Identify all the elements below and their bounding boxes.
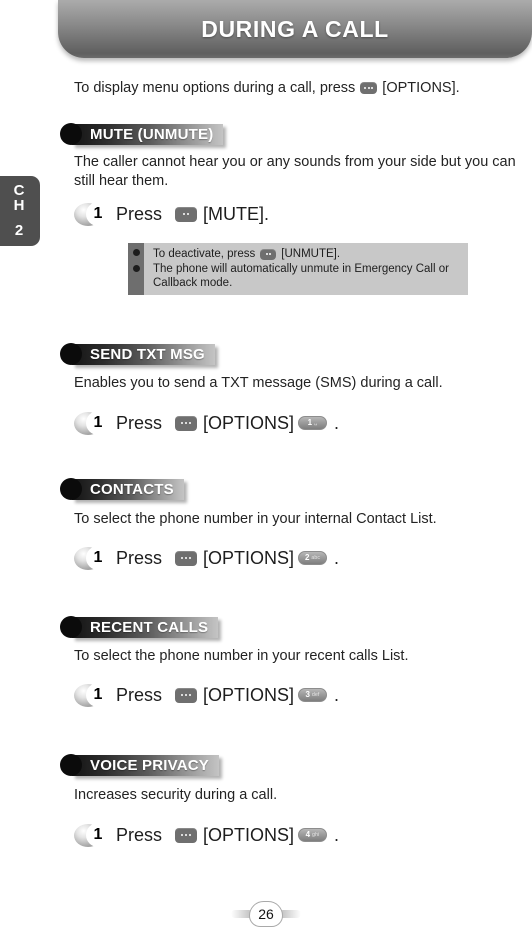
numkey-digit: 2: [304, 553, 310, 562]
step-period: .: [334, 412, 340, 433]
page-content: To display menu options during a call, p…: [0, 0, 532, 937]
step-instruction: Press [OPTIONS] 4 ghi .: [116, 825, 339, 846]
softkey-options-icon: [175, 415, 198, 431]
step-row-send-txt-msg: 1 Press [OPTIONS] 1 ␣ .: [74, 409, 339, 437]
numkey-digit: 1: [307, 418, 313, 427]
numkey-2-icon: 2 abc: [298, 551, 328, 565]
section-body-send-txt-msg: Enables you to send a TXT message (SMS) …: [74, 375, 443, 391]
softkey-options-icon: [260, 248, 277, 260]
step-number: 1: [86, 546, 110, 570]
section-header-bar: SEND TXT MSG: [72, 343, 215, 365]
section-header-recent-calls: RECENT CALLS: [60, 616, 219, 638]
step-instruction: Press [OPTIONS] 1 ␣ .: [116, 413, 339, 434]
section-header-bar: VOICE PRIVACY: [72, 754, 220, 776]
numkey-4-icon: 4 ghi: [298, 828, 328, 842]
page-number: 26: [249, 901, 283, 927]
section-header-voice-privacy: VOICE PRIVACY: [60, 754, 220, 776]
section-header-bar: CONTACTS: [72, 478, 184, 500]
numkey-3-icon: 3 def: [298, 688, 328, 702]
step-row-contacts: 1 Press [OPTIONS] 2 abc .: [74, 544, 339, 572]
numkey-digit: 4: [305, 830, 311, 839]
section-header-label: VOICE PRIVACY: [90, 756, 210, 774]
section-body-mute: The caller cannot hear you or any sounds…: [74, 154, 516, 189]
softkey-options-icon: [175, 827, 198, 843]
note-bullet-rail: [128, 243, 144, 295]
step-number: 1: [86, 823, 110, 847]
step-row-mute: 1 Press [MUTE].: [74, 200, 269, 228]
note-bullet-icon: [132, 265, 140, 272]
section-header-label: MUTE (UNMUTE): [90, 125, 214, 143]
step-period: .: [334, 684, 340, 705]
step-number-badge: 1: [74, 409, 110, 437]
softkey-options-icon: [175, 206, 198, 222]
step-number-badge: 1: [74, 200, 110, 228]
step-instruction: Press [OPTIONS] 3 def .: [116, 685, 339, 706]
step-row-voice-privacy: 1 Press [OPTIONS] 4 ghi .: [74, 821, 339, 849]
step-number: 1: [86, 202, 110, 226]
step-number: 1: [86, 683, 110, 707]
bullet-circle-icon: [60, 478, 82, 500]
step-key-label: [OPTIONS]: [203, 412, 295, 433]
note-text-before: To deactivate, press: [153, 248, 256, 260]
bullet-circle-icon: [60, 343, 82, 365]
section-header-send-txt-msg: SEND TXT MSG: [60, 343, 215, 365]
note-line: To deactivate, press [UNMUTE].: [153, 247, 462, 262]
numkey-letters: ghi: [312, 832, 320, 838]
page-footer: 26: [0, 901, 532, 927]
step-verb: Press: [116, 412, 163, 433]
step-key-label: [MUTE].: [203, 203, 270, 224]
step-number-badge: 1: [74, 544, 110, 572]
numkey-1-icon: 1 ␣: [298, 416, 328, 430]
section-body-recent-calls: To select the phone number in your recen…: [74, 648, 409, 664]
intro-instruction: To display menu options during a call, p…: [74, 80, 504, 96]
step-period: .: [334, 824, 340, 845]
numkey-letters: abc: [311, 555, 321, 561]
step-verb: Press: [116, 824, 163, 845]
step-key-label: [OPTIONS]: [203, 547, 295, 568]
numkey-letters: def: [311, 692, 320, 698]
step-verb: Press: [116, 684, 163, 705]
section-header-label: RECENT CALLS: [90, 618, 209, 636]
softkey-options-icon: [175, 687, 198, 703]
section-header-bar: RECENT CALLS: [72, 616, 219, 638]
softkey-options-icon: [360, 82, 378, 94]
step-key-label: [OPTIONS]: [203, 684, 295, 705]
numkey-letters: ␣: [314, 420, 318, 426]
step-verb: Press: [116, 547, 163, 568]
step-instruction: Press [OPTIONS] 2 abc .: [116, 548, 339, 569]
step-instruction: Press [MUTE].: [116, 204, 269, 225]
intro-text-before: To display menu options during a call, p…: [74, 80, 356, 96]
bullet-circle-icon: [60, 616, 82, 638]
section-header-bar: MUTE (UNMUTE): [72, 123, 224, 145]
step-row-recent-calls: 1 Press [OPTIONS] 3 def .: [74, 681, 339, 709]
step-verb: Press: [116, 203, 163, 224]
bullet-circle-icon: [60, 123, 82, 145]
note-text-after: [UNMUTE].: [281, 248, 341, 260]
softkey-options-icon: [175, 550, 198, 566]
section-header-contacts: CONTACTS: [60, 478, 184, 500]
step-number-badge: 1: [74, 821, 110, 849]
step-key-label: [OPTIONS]: [203, 824, 295, 845]
step-number-badge: 1: [74, 681, 110, 709]
section-body-contacts: To select the phone number in your inter…: [74, 511, 437, 527]
note-body: To deactivate, press [UNMUTE]. The phone…: [144, 243, 468, 295]
section-body-voice-privacy: Increases security during a call.: [74, 787, 278, 803]
section-header-label: CONTACTS: [90, 480, 174, 498]
step-number: 1: [86, 411, 110, 435]
note-line: The phone will automatically unmute in E…: [153, 262, 449, 290]
bullet-circle-icon: [60, 754, 82, 776]
section-header-label: SEND TXT MSG: [90, 345, 205, 363]
numkey-digit: 3: [305, 690, 310, 699]
step-period: .: [334, 547, 340, 568]
note-bullet-icon: [132, 249, 140, 256]
intro-text-after: [OPTIONS].: [382, 80, 460, 96]
section-header-mute: MUTE (UNMUTE): [60, 123, 224, 145]
note-box-mute: To deactivate, press [UNMUTE]. The phone…: [128, 243, 468, 295]
